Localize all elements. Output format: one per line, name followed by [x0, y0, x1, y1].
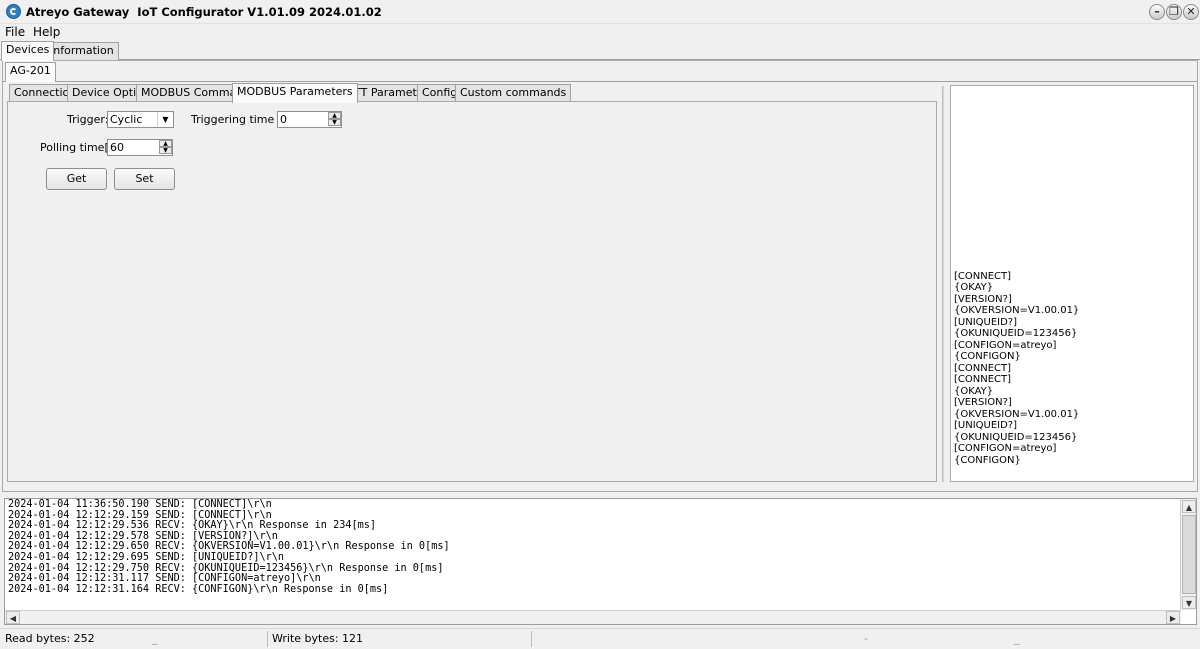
response-line: {OKUNIQUEID=123456} — [954, 431, 1078, 443]
menu-file[interactable]: File — [5, 25, 25, 39]
trigger-value: Cyclic — [110, 113, 143, 126]
response-line: {OKAY} — [954, 385, 994, 397]
tab-custom-commands[interactable]: Custom commands — [455, 84, 572, 102]
spin-down-icon[interactable]: ▼ — [328, 119, 341, 126]
response-line: [UNIQUEID?] — [954, 316, 1018, 328]
window-title: Atreyo Gateway IoT Configurator V1.01.09… — [26, 5, 382, 19]
splitter[interactable] — [942, 86, 944, 482]
status-mark: _ — [152, 632, 158, 645]
set-button[interactable]: Set — [114, 168, 175, 190]
restore-icon[interactable]: ❐ — [1166, 4, 1182, 20]
get-button[interactable]: Get — [46, 168, 107, 190]
response-line: [VERSION?] — [954, 397, 1012, 408]
triggering-time-spinner[interactable]: 0 ▲ ▼ — [277, 111, 342, 128]
minimize-icon[interactable]: – — [1149, 4, 1165, 20]
app-logo-icon — [6, 4, 21, 19]
menu-help[interactable]: Help — [33, 25, 60, 39]
horizontal-scrollbar[interactable]: ◀ ▶ — [5, 610, 1181, 624]
response-lines: [CONNECT] {OKAY} [VERSION?] {OKVERSION=V1.0… — [954, 271, 1079, 467]
response-line: {CONFIGON} — [954, 351, 1021, 362]
status-divider — [267, 631, 268, 647]
spin-up-icon[interactable]: ▲ — [328, 112, 341, 119]
scroll-down-icon[interactable]: ▼ — [1182, 596, 1196, 609]
polling-time-spinner[interactable]: 60 ▲ ▼ — [107, 139, 173, 156]
response-line: [CONFIGON=atreyo] — [954, 443, 1057, 454]
device-tab-baseline — [3, 81, 1197, 82]
scroll-left-icon[interactable]: ◀ — [6, 611, 20, 624]
status-mark: _ — [1014, 632, 1020, 645]
response-line: {OKVERSION=V1.00.01} — [954, 305, 1080, 316]
vertical-scrollbar[interactable]: ▲ ▼ — [1180, 499, 1196, 610]
trigger-select[interactable]: Cyclic ▼ — [107, 111, 174, 128]
spinner-buttons[interactable]: ▲ ▼ — [159, 140, 172, 155]
spin-up-icon[interactable]: ▲ — [159, 140, 172, 147]
log-textbox[interactable]: 2024-01-04 11:36:50.190 SEND: [CONNECT]\… — [4, 498, 1197, 625]
tab-devices[interactable]: Devices — [1, 41, 55, 61]
response-list[interactable]: [CONNECT] {OKAY} [VERSION?] {OKVERSION=V1.0… — [950, 85, 1194, 482]
title-bar: Atreyo Gateway IoT Configurator V1.01.09… — [0, 0, 1200, 24]
response-line: [CONNECT] — [954, 374, 1012, 385]
log-line: 2024-01-04 12:12:29.695 SEND: [UNIQUEID?… — [8, 551, 285, 563]
menu-bar: File Help — [0, 24, 1200, 42]
close-icon[interactable]: ✕ — [1183, 4, 1199, 20]
triggering-time-value: 0 — [280, 113, 287, 126]
response-line: [UNIQUEID?] — [954, 420, 1018, 431]
scroll-thumb[interactable] — [1182, 515, 1196, 594]
status-divider — [531, 631, 532, 647]
tab-modbus-parameters[interactable]: MODBUS Parameters — [232, 83, 358, 103]
response-line: {OKAY} — [954, 282, 994, 293]
write-bytes-status: Write bytes: 121 — [272, 632, 364, 645]
response-line: {OKUNIQUEID=123456} — [954, 328, 1078, 339]
log-line: 2024-01-04 12:12:31.164 RECV: {CONFIGON}… — [8, 583, 389, 595]
trigger-label: Trigger: — [67, 113, 109, 126]
tab-information[interactable]: Information — [45, 42, 119, 60]
status-mark: - — [864, 632, 868, 645]
response-line: [CONFIGON=atreyo] — [954, 339, 1057, 351]
spinner-buttons[interactable]: ▲ ▼ — [328, 112, 341, 127]
read-bytes-status: Read bytes: 252 — [5, 632, 95, 645]
chevron-down-icon[interactable]: ▼ — [157, 112, 173, 127]
polling-time-value: 60 — [110, 141, 124, 154]
response-line: {OKVERSION=V1.00.01} — [954, 408, 1080, 420]
tab-device-ag-201[interactable]: AG-201 — [5, 62, 56, 82]
modbus-parameters-panel — [7, 101, 937, 482]
response-line: [CONNECT] — [954, 362, 1012, 374]
response-line: [VERSION?] — [954, 293, 1012, 305]
response-line: {CONFIGON} — [954, 454, 1021, 466]
log-lines: 2024-01-04 11:36:50.190 SEND: [CONNECT]\… — [8, 499, 450, 595]
spin-down-icon[interactable]: ▼ — [159, 147, 172, 154]
scroll-right-icon[interactable]: ▶ — [1166, 611, 1180, 624]
response-line: [CONNECT] — [954, 270, 1012, 282]
status-bar: Read bytes: 252 _ Write bytes: 121 - _ — [0, 628, 1200, 649]
log-line: 2024-01-04 11:36:50.190 SEND: [CONNECT]\… — [8, 499, 272, 510]
scroll-up-icon[interactable]: ▲ — [1182, 500, 1196, 513]
